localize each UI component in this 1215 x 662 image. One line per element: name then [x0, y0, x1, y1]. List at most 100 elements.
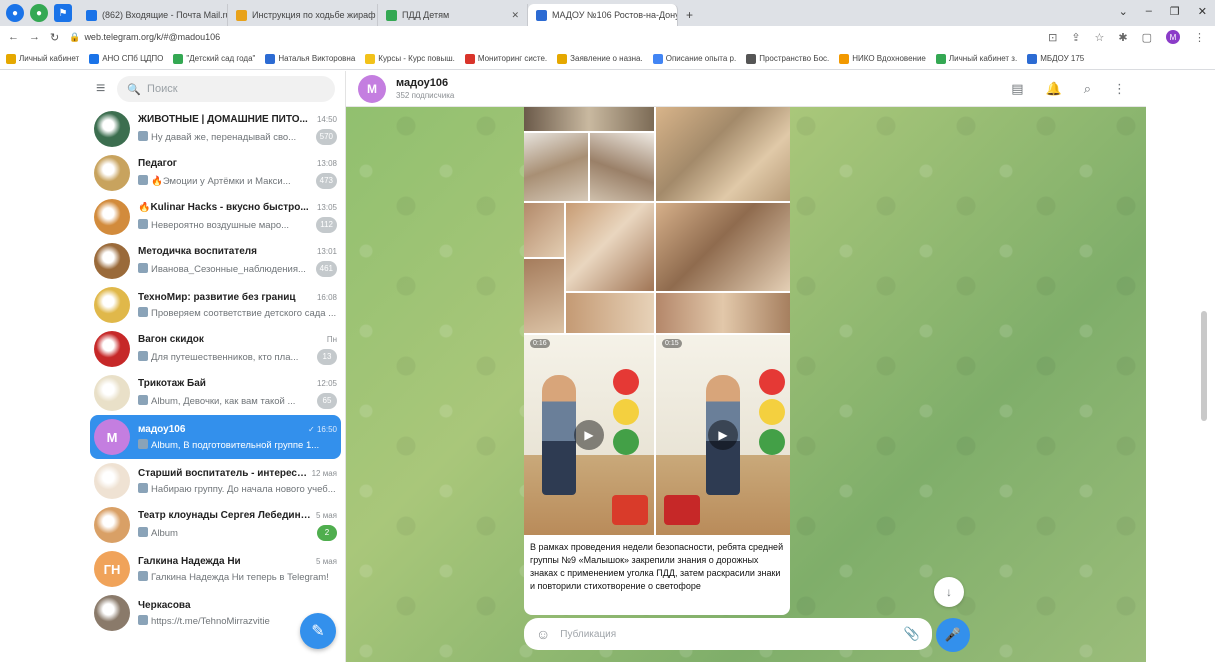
album-photo[interactable]	[524, 107, 654, 131]
bookmark-item[interactable]: АНО СПб ЦДПО	[89, 53, 163, 64]
album-photo[interactable]	[590, 133, 654, 201]
bookmark-item[interactable]: Пространство Бос.	[746, 53, 829, 64]
bookmark-item[interactable]: Личный кабинет	[6, 53, 80, 64]
restore-icon[interactable]: ❐	[1170, 5, 1180, 18]
more-options-icon[interactable]: ⋮	[1113, 81, 1126, 97]
browser-icon[interactable]: ●	[6, 4, 24, 22]
album-video[interactable]: 0:16 ▶	[524, 335, 654, 535]
chat-list-item[interactable]: Трикотаж Бай 12:05 Album, Девочки, как вам…	[86, 371, 345, 415]
chat-list-item[interactable]: Старший воспитатель - интересно... 12 мая…	[86, 459, 345, 503]
chat-last-message: Ну давай же, перенадывай сво...	[138, 130, 312, 143]
share-icon[interactable]: ⇪	[1071, 31, 1080, 44]
chat-time: 13:08	[316, 158, 337, 168]
channel-avatar[interactable]: M	[358, 74, 386, 103]
search-icon[interactable]: ⌕	[1084, 81, 1091, 97]
chat-avatar	[94, 331, 130, 367]
bookmark-label: НИКО Вдохновение	[852, 54, 926, 63]
album-photo[interactable]	[566, 293, 654, 333]
chat-list: ЖИВОТНЫЕ | ДОМАШНИЕ ПИТО... 14:50 Ну давай…	[86, 107, 345, 635]
media-thumb-icon	[138, 614, 148, 625]
bookmark-item[interactable]: "Детский сад года"	[173, 53, 256, 64]
chat-last-message: Иванова_Сезонные_наблюдения...	[138, 262, 312, 275]
close-icon[interactable]: ✕	[1198, 5, 1207, 18]
chat-list-item[interactable]: ТехноМир: развитие без границ 16:08 Провер…	[86, 283, 345, 327]
bookmark-item[interactable]: МБДОУ 175	[1027, 53, 1084, 64]
play-icon[interactable]: ▶	[708, 420, 738, 450]
compose-pencil-button[interactable]: ✎	[300, 613, 336, 649]
bookmark-label: Мониторинг систе.	[477, 54, 548, 63]
album-photo[interactable]	[566, 203, 654, 291]
minimize-icon[interactable]: –	[1146, 5, 1152, 18]
chat-avatar: M	[94, 419, 130, 455]
chat-list-item[interactable]: Вагон скидок Пн Для путешественников, кто …	[86, 327, 345, 371]
star-icon[interactable]: ☆	[1095, 31, 1105, 44]
post-caption: В рамках проведения недели безопасности,…	[530, 542, 784, 592]
install-icon[interactable]: ⊡	[1048, 31, 1057, 44]
browser-tab[interactable]: (862) Входящие - Почта Mail.ru✕	[78, 4, 228, 26]
bookmark-item[interactable]: Курсы - Курс повыш.	[365, 53, 455, 64]
bookmark-label: "Детский сад года"	[186, 54, 256, 63]
bookmark-label: Заявление о назна.	[570, 54, 643, 63]
profile-avatar[interactable]: M	[1166, 30, 1180, 44]
chat-list-item[interactable]: Педагог 13:08 🔥Эмоции у Артёмки и Макси...…	[86, 151, 345, 195]
album-photo[interactable]	[656, 293, 790, 333]
chat-avatar	[94, 375, 130, 411]
chat-name: Трикотаж Бай	[138, 377, 206, 389]
emoji-icon[interactable]: ☺	[536, 626, 550, 642]
bookmark-icon	[652, 53, 663, 64]
chat-list-item[interactable]: ЖИВОТНЫЕ | ДОМАШНИЕ ПИТО... 14:50 Ну давай…	[86, 107, 345, 151]
tab-close-icon[interactable]: ✕	[511, 10, 519, 21]
chat-last-message: Набираю группу. До начала нового учеб...	[138, 482, 337, 495]
forward-icon[interactable]: →	[29, 31, 40, 43]
tab-favicon	[386, 9, 397, 21]
album-photo[interactable]	[656, 203, 790, 291]
hamburger-menu-icon[interactable]: ≡	[96, 80, 105, 98]
page-scrollbar[interactable]	[1201, 311, 1207, 421]
composer-placeholder: Публикация	[560, 628, 617, 640]
scroll-down-button[interactable]: ↓	[934, 577, 964, 607]
chat-list-item[interactable]: Mмадоу106 ✓ 16:50 Album, В подготовительно…	[90, 415, 341, 459]
microphone-button[interactable]: 🎤	[936, 618, 970, 652]
attach-icon[interactable]: 📎	[904, 626, 920, 642]
play-icon[interactable]: ▶	[574, 420, 604, 450]
bookmark-item[interactable]: Мониторинг систе.	[464, 53, 548, 64]
message-composer[interactable]: ☺ Публикация 📎	[524, 618, 932, 650]
browser-icon[interactable]: ⚑	[54, 4, 72, 22]
chat-last-message: 🔥Эмоции у Артёмки и Макси...	[138, 174, 312, 187]
album-photo[interactable]	[656, 107, 790, 201]
browser-tab[interactable]: ПДД Детям ✕	[378, 4, 528, 26]
search-input[interactable]: 🔍 Поиск	[117, 76, 335, 102]
extensions-icon[interactable]: ✱	[1118, 31, 1127, 44]
bookmark-item[interactable]: Наталья Викторовна	[265, 53, 355, 64]
bookmark-item[interactable]: Описание опыта р.	[652, 53, 736, 64]
album-photo[interactable]	[524, 259, 564, 333]
chat-name: Черкасова	[138, 599, 191, 611]
media-thumb-icon	[138, 526, 148, 537]
bookmark-label: Личный кабинет	[19, 54, 80, 63]
new-tab-button[interactable]: +	[678, 4, 701, 26]
sidepanel-icon[interactable]: ▢	[1142, 31, 1152, 44]
bookmark-item[interactable]: Личный кабинет з.	[935, 53, 1017, 64]
media-thumb-icon	[138, 350, 148, 361]
chat-list-item[interactable]: ГН Галкина Надежда Ни 5 мая Галкина Надежда…	[86, 547, 345, 591]
chat-header[interactable]: M мадоу106 352 подписчика ▤ 🔔 ⌕ ⋮	[346, 71, 1146, 107]
album-photo[interactable]	[524, 133, 588, 201]
browser-tab[interactable]: Инструкция по ходьбе жираф✕	[228, 4, 378, 26]
album-photo[interactable]	[524, 203, 564, 257]
bell-icon[interactable]: 🔔	[1046, 81, 1062, 97]
tab-search-icon[interactable]: ⌄	[1119, 5, 1128, 18]
album-video[interactable]: 0:15 ▶	[656, 335, 790, 535]
reload-icon[interactable]: ↻	[50, 31, 59, 44]
live-stream-icon[interactable]: ▤	[1011, 81, 1023, 97]
chat-list-item[interactable]: Методичка воспитателя 13:01 Иванова_Сезонн…	[86, 239, 345, 283]
bookmark-item[interactable]: НИКО Вдохновение	[839, 53, 926, 64]
chat-list-item[interactable]: Театр клоунады Сергея Лебединск... 5 мая A…	[86, 503, 345, 547]
browser-icon[interactable]: ●	[30, 4, 48, 22]
chat-list-item[interactable]: 🔥Kulinar Hacks - вкусно быстро... 13:05 Не…	[86, 195, 345, 239]
menu-dots-icon[interactable]: ⋮	[1194, 31, 1205, 44]
back-icon[interactable]: ←	[8, 31, 19, 43]
chat-last-message: Для путешественников, кто пла...	[138, 350, 313, 363]
url-field[interactable]: 🔒 web.telegram.org/k/#@madou106	[69, 32, 220, 43]
bookmark-item[interactable]: Заявление о назна.	[557, 53, 643, 64]
browser-tab[interactable]: МАДОУ №106 Ростов-на-Дону✕	[528, 4, 678, 26]
